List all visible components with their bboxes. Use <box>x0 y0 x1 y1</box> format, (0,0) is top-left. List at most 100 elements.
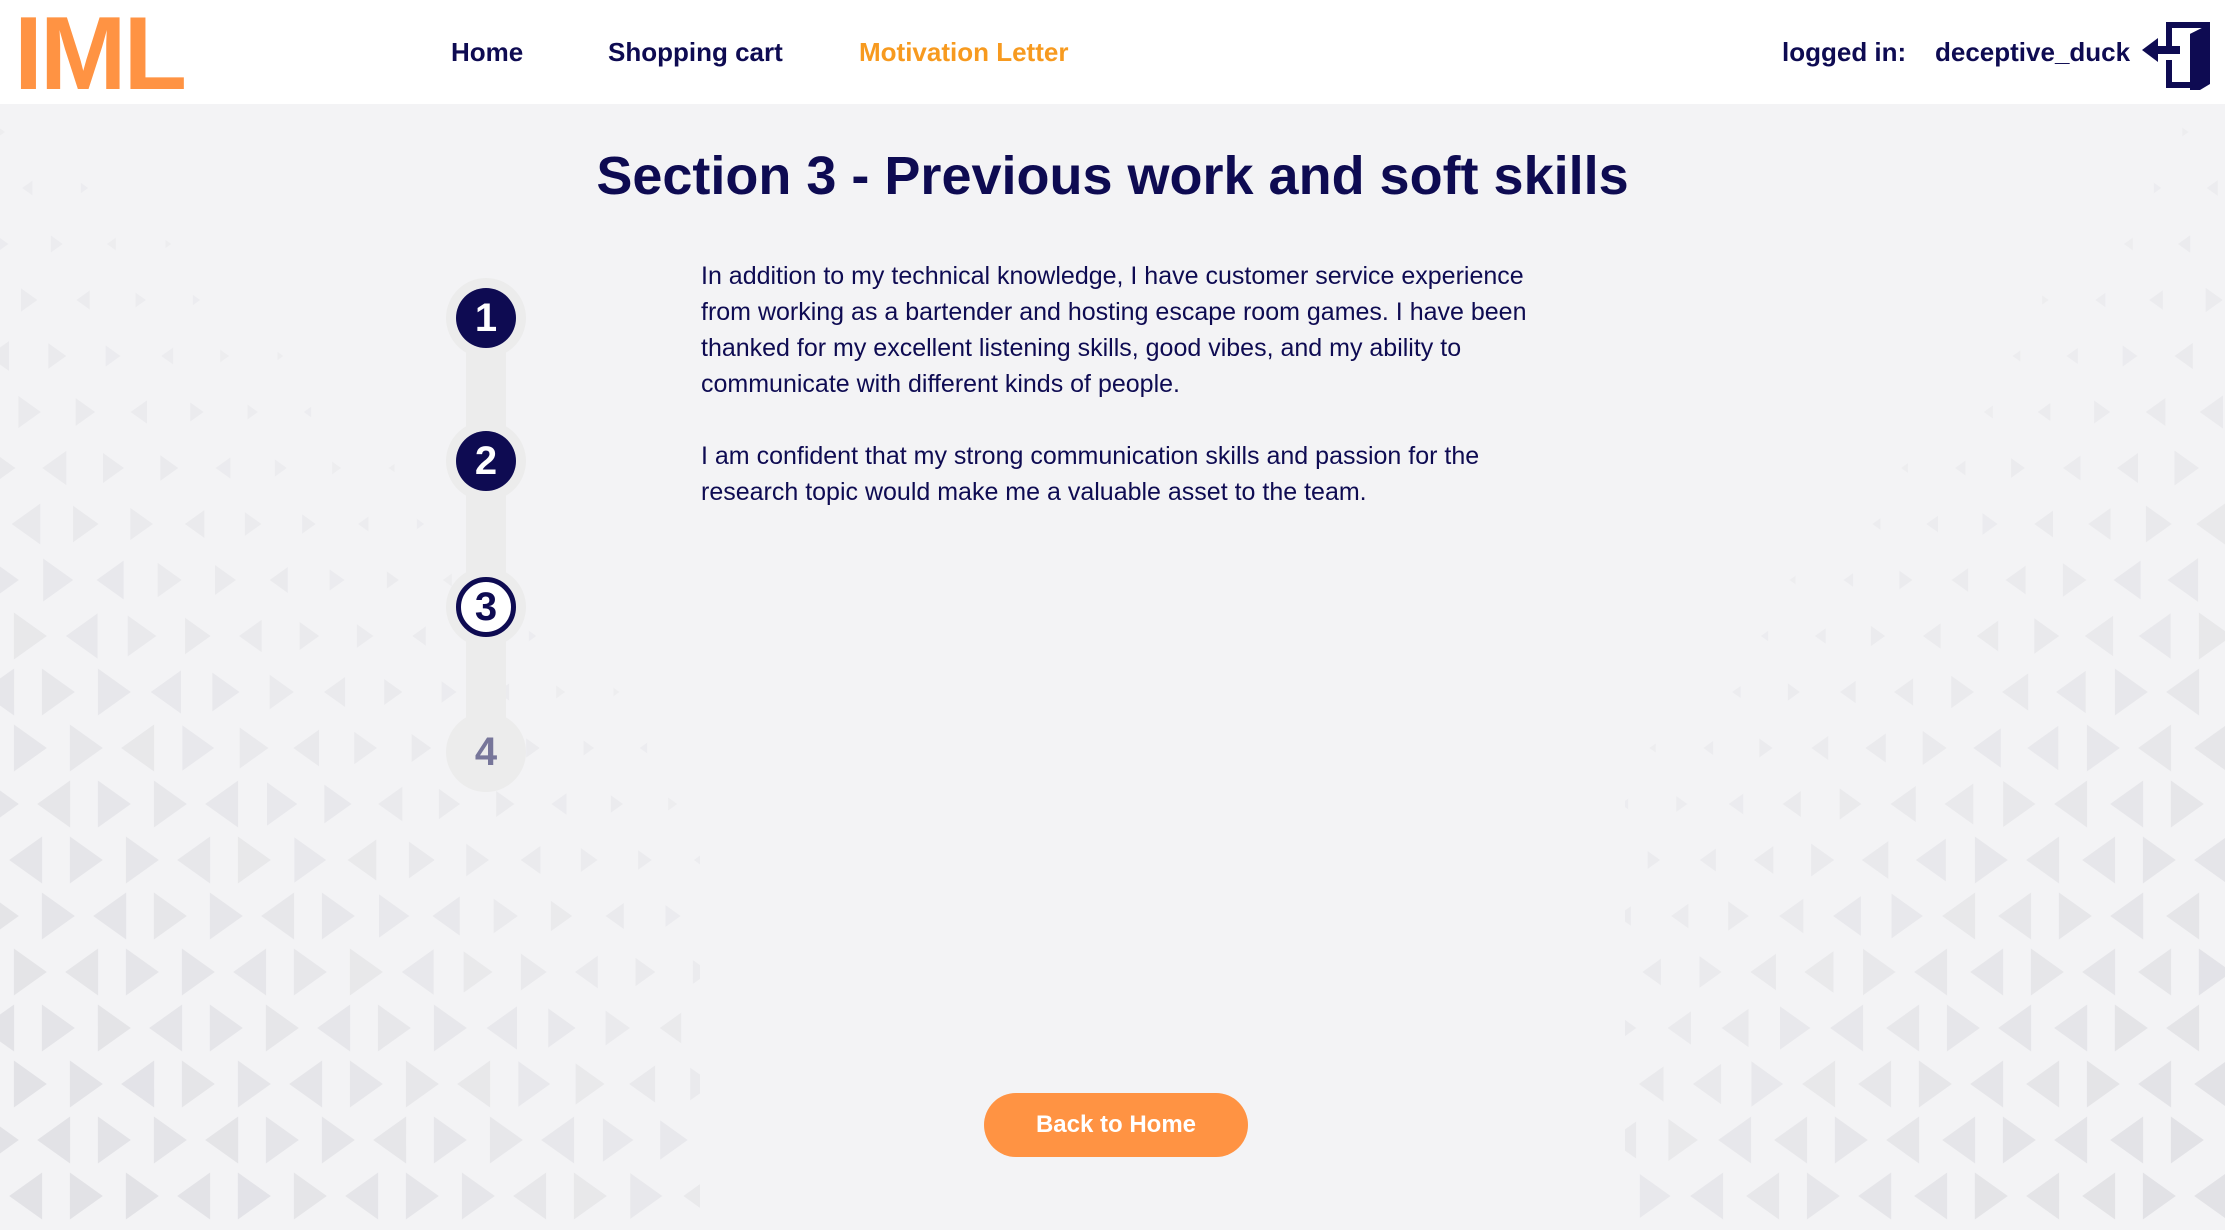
background-triangle <box>121 724 155 772</box>
background-triangle <box>520 845 541 875</box>
background-triangle <box>182 725 215 771</box>
background-triangle <box>1789 575 1796 585</box>
step-2[interactable]: 2 <box>446 421 526 501</box>
background-triangle <box>2142 836 2176 884</box>
step-number: 1 <box>456 288 516 348</box>
background-triangle <box>1782 791 1801 817</box>
background-triangle <box>610 795 623 813</box>
background-triangle <box>103 453 124 483</box>
nav-home[interactable]: Home <box>451 36 523 68</box>
background-triangle <box>2026 1060 2060 1108</box>
background-triangle <box>1751 1061 1784 1107</box>
background-triangle <box>433 1004 467 1052</box>
background-triangle <box>65 948 99 996</box>
background-triangle <box>1721 1008 1749 1048</box>
step-1[interactable]: 1 <box>446 278 526 358</box>
background-triangle <box>2178 235 2191 253</box>
background-triangle <box>2002 673 2029 711</box>
step-number: 4 <box>456 722 516 782</box>
background-triangle <box>293 1172 327 1220</box>
background-triangle <box>2026 1172 2060 1220</box>
background-triangle <box>209 892 243 940</box>
background-triangle <box>1973 728 2001 768</box>
background-triangle <box>1834 1116 1868 1164</box>
background-triangle <box>2011 458 2025 478</box>
background-triangle <box>261 892 295 940</box>
background-triangle <box>1625 798 1629 810</box>
background-triangle <box>2194 1173 2225 1219</box>
background-triangle <box>1833 896 1861 936</box>
logo[interactable]: IML <box>14 2 187 106</box>
background-triangle <box>69 1172 103 1220</box>
background-triangle <box>1779 1006 1811 1050</box>
background-triangle <box>373 1116 407 1164</box>
background-triangle <box>1926 515 1938 533</box>
background-triangle <box>181 1060 215 1108</box>
step-4[interactable]: 4 <box>446 712 526 792</box>
background-triangle <box>265 1116 299 1164</box>
background-triangle <box>605 1010 630 1046</box>
background-triangle <box>2082 836 2116 884</box>
background-triangle <box>0 1004 15 1052</box>
background-triangle <box>683 1184 700 1208</box>
background-triangle <box>181 948 215 996</box>
background-triangle <box>1814 628 1826 644</box>
background-triangle <box>693 855 700 865</box>
background-triangle <box>1915 838 1946 882</box>
background-triangle <box>2145 505 2172 543</box>
background-triangle <box>1974 836 2008 884</box>
background-triangle <box>1891 893 1923 939</box>
background-triangle <box>347 839 377 881</box>
background-triangle <box>463 951 493 993</box>
background-triangle <box>321 1116 355 1164</box>
background-triangle <box>324 784 352 824</box>
background-triangle <box>692 960 700 984</box>
background-triangle <box>97 1004 131 1052</box>
background-triangle <box>377 1004 411 1052</box>
nav-motivation-letter[interactable]: Motivation Letter <box>859 36 1068 68</box>
background-triangle <box>153 780 187 828</box>
background-triangle <box>267 782 298 826</box>
background-triangle <box>2198 948 2225 996</box>
background-triangle <box>303 406 312 418</box>
background-triangle <box>493 898 518 934</box>
background-triangle <box>2174 450 2199 486</box>
background-triangle <box>209 1004 243 1052</box>
background-triangle <box>1638 1066 1664 1102</box>
background-triangle <box>2026 836 2060 884</box>
logout-button[interactable] <box>2140 14 2216 96</box>
step-3[interactable]: 3 <box>446 567 526 647</box>
background-triangle <box>1699 848 1716 872</box>
background-triangle <box>11 503 41 545</box>
background-triangle <box>69 1060 103 1108</box>
logged-in-label: logged in: <box>1782 37 1907 67</box>
back-to-home-button[interactable]: Back to Home <box>984 1093 1248 1157</box>
background-triangle <box>2058 892 2092 940</box>
paragraph: In addition to my technical knowledge, I… <box>701 262 1527 398</box>
background-triangle <box>244 512 262 536</box>
background-triangle <box>215 457 231 479</box>
background-triangle <box>1858 1060 1892 1108</box>
background-triangle <box>1951 675 1974 709</box>
background-triangle <box>1944 783 1974 825</box>
background-triangle <box>1974 1172 2008 1220</box>
background-triangle <box>1746 1172 1780 1220</box>
background-triangle <box>2138 724 2172 772</box>
stepper-track <box>466 310 506 740</box>
background-triangle <box>556 685 566 699</box>
background-triangle <box>0 566 19 594</box>
background-triangle <box>299 622 320 650</box>
background-triangle <box>489 1116 523 1164</box>
background-triangle <box>125 948 159 996</box>
background-triangle <box>294 837 327 883</box>
background-triangle <box>1946 1004 1980 1052</box>
background-triangle <box>2037 403 2051 421</box>
background-triangle <box>127 615 157 657</box>
background-triangle <box>2124 237 2133 251</box>
background-triangle <box>233 948 267 996</box>
background-triangle <box>321 892 355 940</box>
nav-shopping-cart[interactable]: Shopping cart <box>608 36 783 68</box>
background-triangle <box>2114 668 2148 716</box>
background-triangle <box>65 613 98 659</box>
background-triangle <box>1692 1063 1722 1105</box>
